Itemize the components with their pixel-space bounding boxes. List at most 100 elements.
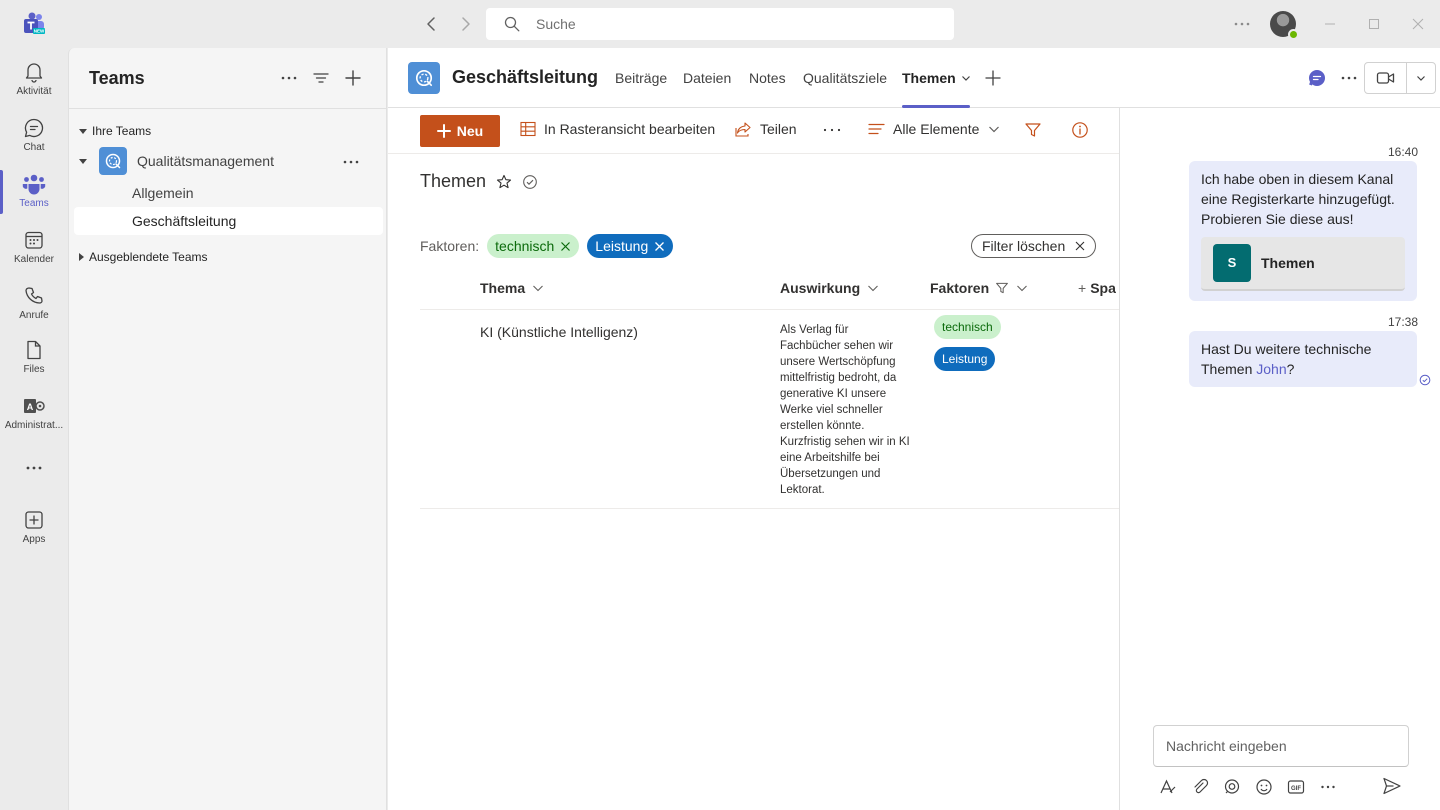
filter-chip-leistung[interactable]: Leistung <box>587 234 674 258</box>
list-title-text: Themen <box>420 171 487 191</box>
rail-item-chat[interactable]: Chat <box>0 108 68 164</box>
column-label: Spa <box>1090 280 1116 296</box>
rail-item-calendar[interactable]: Kalender <box>0 220 68 276</box>
clear-filter-label: Filter löschen <box>982 238 1066 254</box>
add-column-button[interactable]: + Spa <box>1078 280 1118 296</box>
loop-icon[interactable] <box>1222 777 1242 797</box>
rail-item-activity[interactable]: Aktivität <box>0 52 68 108</box>
star-icon[interactable] <box>496 174 512 190</box>
attach-icon[interactable] <box>1190 777 1210 797</box>
tab-dateien[interactable]: Dateien <box>683 70 731 86</box>
rail-item-admin[interactable]: A Administrat... <box>0 386 68 442</box>
chat-icon <box>22 116 46 140</box>
close-icon <box>1075 241 1085 251</box>
rail-item-files[interactable]: Files <box>0 330 68 386</box>
chevron-down-icon <box>531 281 545 295</box>
rail-label: Administrat... <box>4 420 64 431</box>
message-text: Ich habe oben in diesem Kanal eine Regis… <box>1201 171 1395 227</box>
grid-edit-label: In Rasteransicht bearbeiten <box>544 121 716 137</box>
rail-label: Apps <box>22 534 46 545</box>
title-bar: NEW <box>0 0 1440 48</box>
search-input[interactable] <box>536 8 936 40</box>
chevron-down-icon[interactable] <box>1407 63 1435 93</box>
file-icon <box>22 338 46 362</box>
more-options-icon[interactable] <box>1318 777 1338 797</box>
bell-icon <box>22 60 46 84</box>
more-options-icon[interactable] <box>279 68 299 88</box>
list-toolbar: Neu In Rasteransicht bearbeiten Teilen A… <box>388 108 1119 154</box>
add-team-icon[interactable] <box>343 68 363 88</box>
rail-label: Aktivität <box>16 86 52 97</box>
video-camera-icon[interactable] <box>1365 63 1407 93</box>
close-icon[interactable] <box>560 241 571 252</box>
phone-icon <box>22 284 46 308</box>
share-button[interactable]: Teilen <box>735 121 797 137</box>
close-icon[interactable] <box>654 241 665 252</box>
filter-list-icon[interactable] <box>311 68 331 88</box>
maximize-button[interactable] <box>1364 14 1384 34</box>
card-title: Themen <box>1261 255 1315 271</box>
caret-right-icon <box>79 253 84 261</box>
view-selector[interactable]: Alle Elemente <box>868 121 1001 137</box>
teams-logo-icon[interactable]: NEW <box>22 12 46 36</box>
mention-link[interactable]: John <box>1256 361 1286 377</box>
rail-item-apps[interactable]: Apps <box>0 500 68 556</box>
more-options-icon[interactable] <box>822 120 842 140</box>
more-options-icon[interactable] <box>341 152 361 172</box>
channel-item-geschaeftsleitung[interactable]: Geschäftsleitung <box>74 207 383 235</box>
meet-button[interactable] <box>1364 62 1436 94</box>
more-apps-button[interactable] <box>0 448 68 488</box>
user-avatar[interactable] <box>1270 11 1299 40</box>
add-tab-icon[interactable] <box>983 68 1003 88</box>
filter-chip-technisch[interactable]: technisch <box>487 234 580 258</box>
conversation-icon[interactable] <box>1307 68 1327 88</box>
svg-text:A: A <box>27 402 34 412</box>
close-window-button[interactable] <box>1408 14 1428 34</box>
info-icon[interactable] <box>1071 121 1089 139</box>
chevron-down-icon <box>866 281 880 295</box>
chat-message: Hast Du weitere technische Themen John? <box>1189 331 1417 387</box>
rail-label: Anrufe <box>19 310 49 321</box>
search-box[interactable] <box>486 8 954 40</box>
search-icon <box>504 16 520 32</box>
factor-pill-leistung: Leistung <box>934 347 996 371</box>
section-your-teams[interactable]: Ihre Teams <box>79 124 151 138</box>
tab-themen[interactable]: Themen <box>902 70 972 86</box>
send-icon[interactable] <box>1382 776 1402 796</box>
column-header-thema[interactable]: Thema <box>480 280 545 296</box>
tab-card-themen[interactable]: S Themen <box>1201 237 1405 291</box>
share-icon <box>735 121 752 137</box>
new-item-button[interactable]: Neu <box>420 115 500 147</box>
clear-filter-button[interactable]: Filter löschen <box>971 234 1097 258</box>
filter-icon[interactable] <box>1024 121 1042 139</box>
more-options-icon[interactable] <box>1232 14 1252 34</box>
row-thema-cell[interactable]: KI (Künstliche Intelligenz) <box>480 324 638 340</box>
rail-item-teams[interactable]: Teams <box>0 164 68 220</box>
team-item-qualitaetsmanagement[interactable]: Qualitätsmanagement <box>79 144 379 178</box>
column-label: Auswirkung <box>780 280 861 296</box>
compose-box[interactable] <box>1153 725 1409 767</box>
more-options-icon[interactable] <box>1339 68 1359 88</box>
column-header-auswirkung[interactable]: Auswirkung <box>780 280 880 296</box>
format-icon[interactable] <box>1158 777 1178 797</box>
row-auswirkung-cell: Als Verlag für Fachbücher sehen wir unse… <box>780 324 910 496</box>
channel-item-allgemein[interactable]: Allgemein <box>74 179 383 207</box>
emoji-icon[interactable] <box>1254 777 1274 797</box>
message-input[interactable] <box>1154 726 1408 766</box>
minimize-button[interactable] <box>1320 14 1340 34</box>
check-circle-icon[interactable] <box>522 174 538 190</box>
chip-label: Leistung <box>595 238 649 254</box>
section-hidden-teams[interactable]: Ausgeblendete Teams <box>79 250 208 264</box>
grid-edit-button[interactable]: In Rasteransicht bearbeiten <box>520 121 715 137</box>
tab-notes[interactable]: Notes <box>749 70 786 86</box>
gif-icon[interactable]: GIF <box>1286 777 1306 797</box>
tab-beitraege[interactable]: Beiträge <box>615 70 667 86</box>
column-header-faktoren[interactable]: Faktoren <box>930 280 1029 296</box>
forward-button[interactable] <box>455 14 475 34</box>
back-button[interactable] <box>422 14 442 34</box>
tab-qualitaetsziele[interactable]: Qualitätsziele <box>803 70 887 86</box>
divider <box>420 309 1120 310</box>
column-label: Faktoren <box>930 280 990 296</box>
channel-title: Geschäftsleitung <box>452 67 599 87</box>
rail-item-calls[interactable]: Anrufe <box>0 276 68 332</box>
